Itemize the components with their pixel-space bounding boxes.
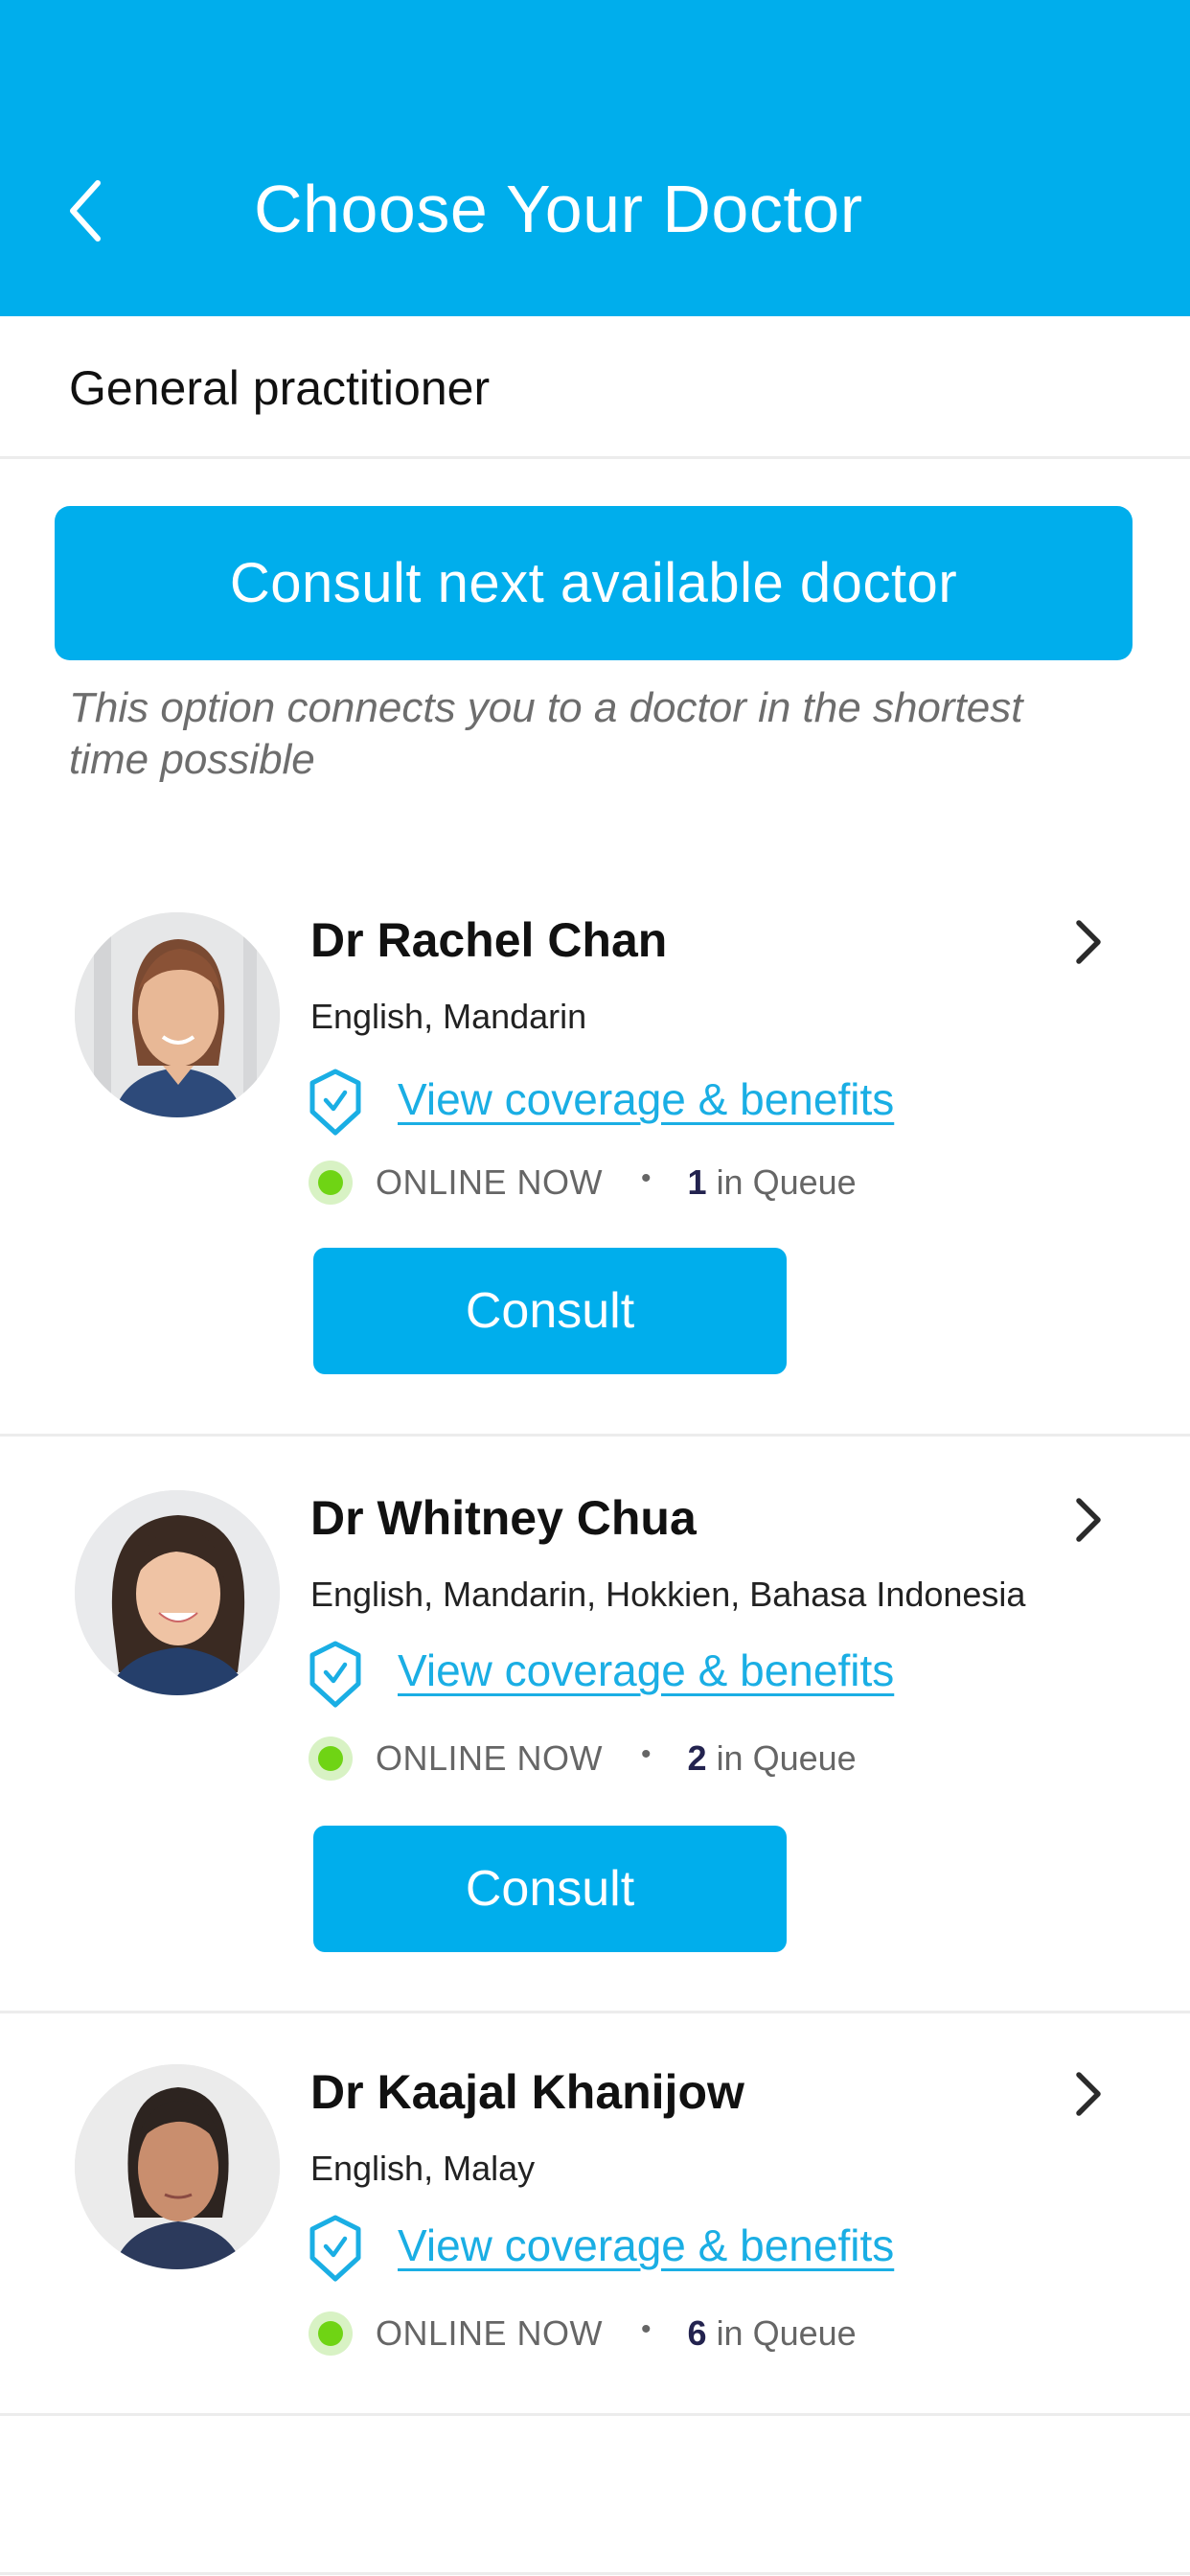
doctor-photo-icon: [75, 1490, 280, 1695]
chevron-left-icon: [70, 180, 101, 242]
doctor-photo-icon: [75, 912, 280, 1117]
app-header: Choose Your Doctor: [0, 0, 1190, 316]
queue-label: in Queue: [716, 2313, 857, 2353]
back-button[interactable]: [61, 177, 109, 244]
queue-count: 6: [687, 2313, 707, 2353]
divider: [0, 456, 1190, 459]
separator-dot: •: [641, 2313, 652, 2345]
divider: [0, 2572, 1190, 2575]
doctor-details-button[interactable]: [1065, 2065, 1110, 2123]
doctor-name[interactable]: Dr Kaajal Khanijow: [310, 2064, 744, 2120]
doctor-details-button[interactable]: [1065, 1491, 1110, 1549]
queue-label: in Queue: [716, 1738, 857, 1778]
doctor-avatar: [75, 912, 280, 1117]
separator-dot: •: [641, 1162, 652, 1194]
doctor-languages: English, Malay: [310, 2149, 536, 2188]
specialty-label: General practitioner: [69, 361, 491, 415]
doctor-name[interactable]: Dr Rachel Chan: [310, 912, 667, 968]
shield-check-icon: [309, 1068, 362, 1137]
queue-count: 2: [687, 1738, 707, 1778]
doctor-status: ONLINE NOW • 1 in Queue: [309, 1159, 857, 1207]
consult-next-available-button[interactable]: Consult next available doctor: [55, 506, 1133, 660]
view-coverage-link[interactable]: View coverage & benefits: [398, 2220, 894, 2271]
next-available-note: This option connects you to a doctor in …: [69, 684, 1023, 783]
doctor-avatar: [75, 1490, 280, 1695]
doctor-languages: English, Mandarin, Hokkien, Bahasa Indon…: [310, 1575, 1026, 1614]
consult-button[interactable]: Consult: [313, 1248, 787, 1374]
divider: [0, 2011, 1190, 2013]
shield-check-icon: [309, 1640, 362, 1709]
page-title: Choose Your Doctor: [254, 172, 863, 246]
doctor-status: ONLINE NOW • 6 in Queue: [309, 2310, 857, 2358]
queue-label: in Queue: [716, 1162, 857, 1202]
doctor-languages: English, Mandarin: [310, 997, 587, 1036]
doctor-avatar: [75, 2064, 280, 2269]
online-indicator-icon: [309, 2312, 353, 2356]
doctor-status: ONLINE NOW • 2 in Queue: [309, 1735, 857, 1782]
online-indicator-icon: [309, 1161, 353, 1205]
online-status: ONLINE NOW: [376, 2313, 604, 2353]
chevron-right-icon: [1076, 2072, 1101, 2116]
consult-button[interactable]: Consult: [313, 1826, 787, 1952]
shield-check-icon: [309, 2214, 362, 2283]
separator-dot: •: [641, 1738, 652, 1770]
chevron-right-icon: [1076, 1498, 1101, 1542]
queue-count: 1: [687, 1162, 707, 1202]
doctor-name[interactable]: Dr Whitney Chua: [310, 1490, 697, 1546]
online-indicator-icon: [309, 1736, 353, 1781]
chevron-right-icon: [1076, 920, 1101, 964]
divider: [0, 1434, 1190, 1437]
online-status: ONLINE NOW: [376, 1738, 604, 1778]
view-coverage-link[interactable]: View coverage & benefits: [398, 1073, 894, 1125]
divider: [0, 2413, 1190, 2416]
view-coverage-link[interactable]: View coverage & benefits: [398, 1644, 894, 1696]
doctor-photo-icon: [75, 2064, 280, 2269]
online-status: ONLINE NOW: [376, 1162, 604, 1202]
doctor-details-button[interactable]: [1065, 913, 1110, 971]
